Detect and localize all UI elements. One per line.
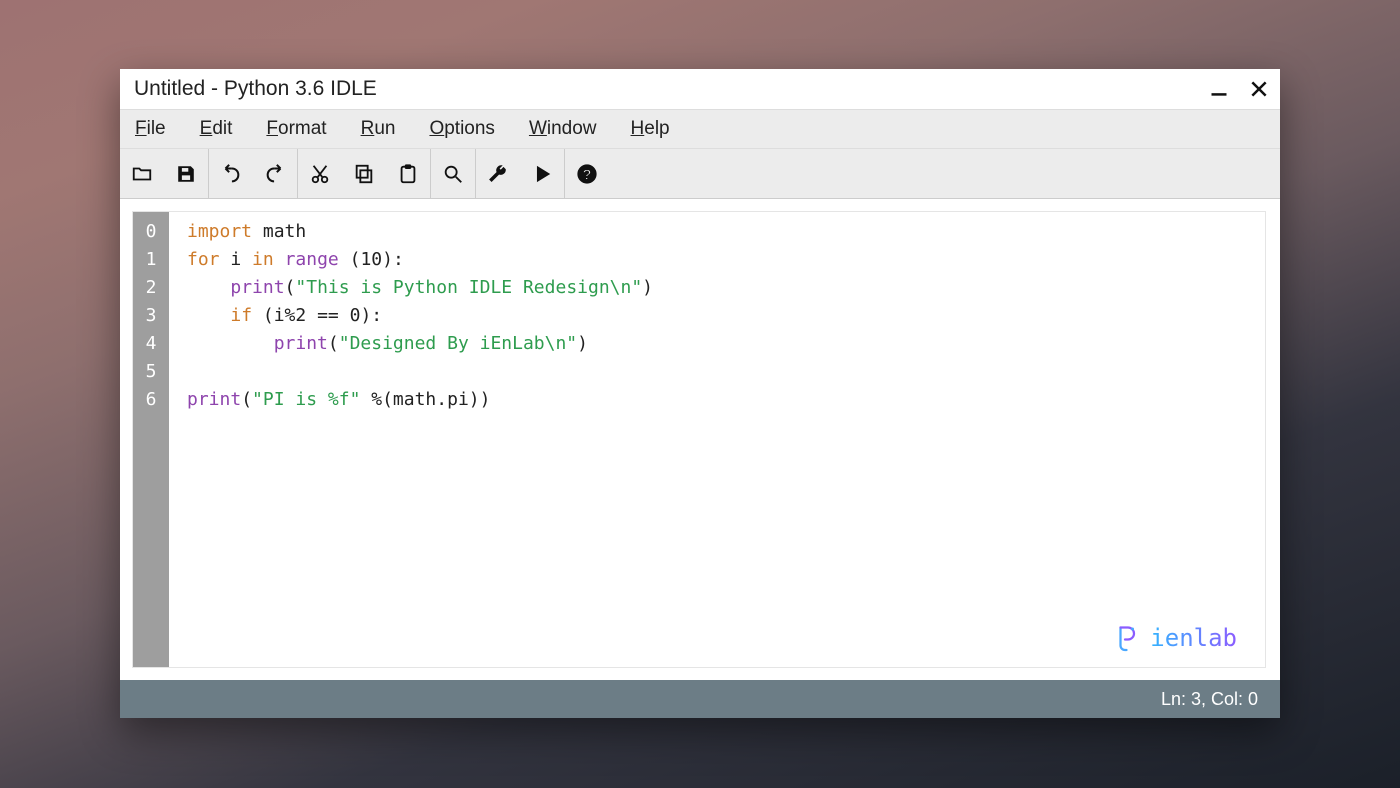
close-button[interactable] [1248,78,1270,100]
search-icon [442,163,464,185]
cut-button[interactable] [298,149,342,199]
code-line[interactable]: import math [187,218,1265,246]
editor[interactable]: 0123456 import mathfor i in range (10): … [132,211,1266,668]
statusbar: Ln: 3, Col: 0 [120,680,1280,718]
menu-run[interactable]: Run [361,118,396,140]
copy-icon [353,163,375,185]
code-line[interactable]: for i in range (10): [187,246,1265,274]
minimize-icon [1209,79,1229,99]
search-button[interactable] [431,149,475,199]
editor-area: 0123456 import mathfor i in range (10): … [120,199,1280,680]
menu-edit[interactable]: Edit [200,118,233,140]
line-number: 1 [133,246,169,274]
svg-text:?: ? [583,167,592,183]
line-number: 3 [133,302,169,330]
code-line[interactable]: print("PI is %f" %(math.pi)) [187,386,1265,414]
window-controls [1208,78,1270,100]
undo-button[interactable] [209,149,253,199]
window-title: Untitled - Python 3.6 IDLE [134,77,377,101]
settings-button[interactable] [476,149,520,199]
menubar: File Edit Format Run Options Window Help [120,109,1280,149]
line-number: 5 [133,358,169,386]
minimize-button[interactable] [1208,78,1230,100]
cut-icon [309,163,331,185]
menu-window[interactable]: Window [529,118,597,140]
line-number: 2 [133,274,169,302]
line-number: 6 [133,386,169,414]
line-number: 4 [133,330,169,358]
redo-icon [264,163,286,185]
menu-options[interactable]: Options [429,118,494,140]
open-button[interactable] [120,149,164,199]
paste-button[interactable] [386,149,430,199]
run-button[interactable] [520,149,564,199]
copy-button[interactable] [342,149,386,199]
undo-icon [220,163,242,185]
paste-icon [397,163,419,185]
code-line[interactable]: print("Designed By iEnLab\n") [187,330,1265,358]
menu-help[interactable]: Help [631,118,670,140]
help-icon: ? [576,163,598,185]
idle-window: Untitled - Python 3.6 IDLE File Edit Forma… [120,69,1280,718]
save-button[interactable] [164,149,208,199]
code-line[interactable]: if (i%2 == 0): [187,302,1265,330]
help-button[interactable]: ? [565,149,609,199]
code-content[interactable]: import mathfor i in range (10): print("T… [169,212,1265,667]
line-number: 0 [133,218,169,246]
save-icon [175,163,197,185]
logo-text: ienlab [1150,624,1237,652]
folder-icon [131,163,153,185]
logo-mark-icon [1110,623,1140,653]
close-icon [1249,79,1269,99]
cursor-position: Ln: 3, Col: 0 [1161,689,1258,710]
wrench-icon [487,163,509,185]
menu-file[interactable]: File [135,118,166,140]
menu-format[interactable]: Format [266,118,326,140]
redo-button[interactable] [253,149,297,199]
toolbar: ? [120,149,1280,199]
play-icon [531,163,553,185]
line-number-gutter: 0123456 [133,212,169,667]
code-line[interactable] [187,358,1265,386]
titlebar: Untitled - Python 3.6 IDLE [120,69,1280,109]
ienlab-logo: ienlab [1110,623,1237,653]
code-line[interactable]: print("This is Python IDLE Redesign\n") [187,274,1265,302]
